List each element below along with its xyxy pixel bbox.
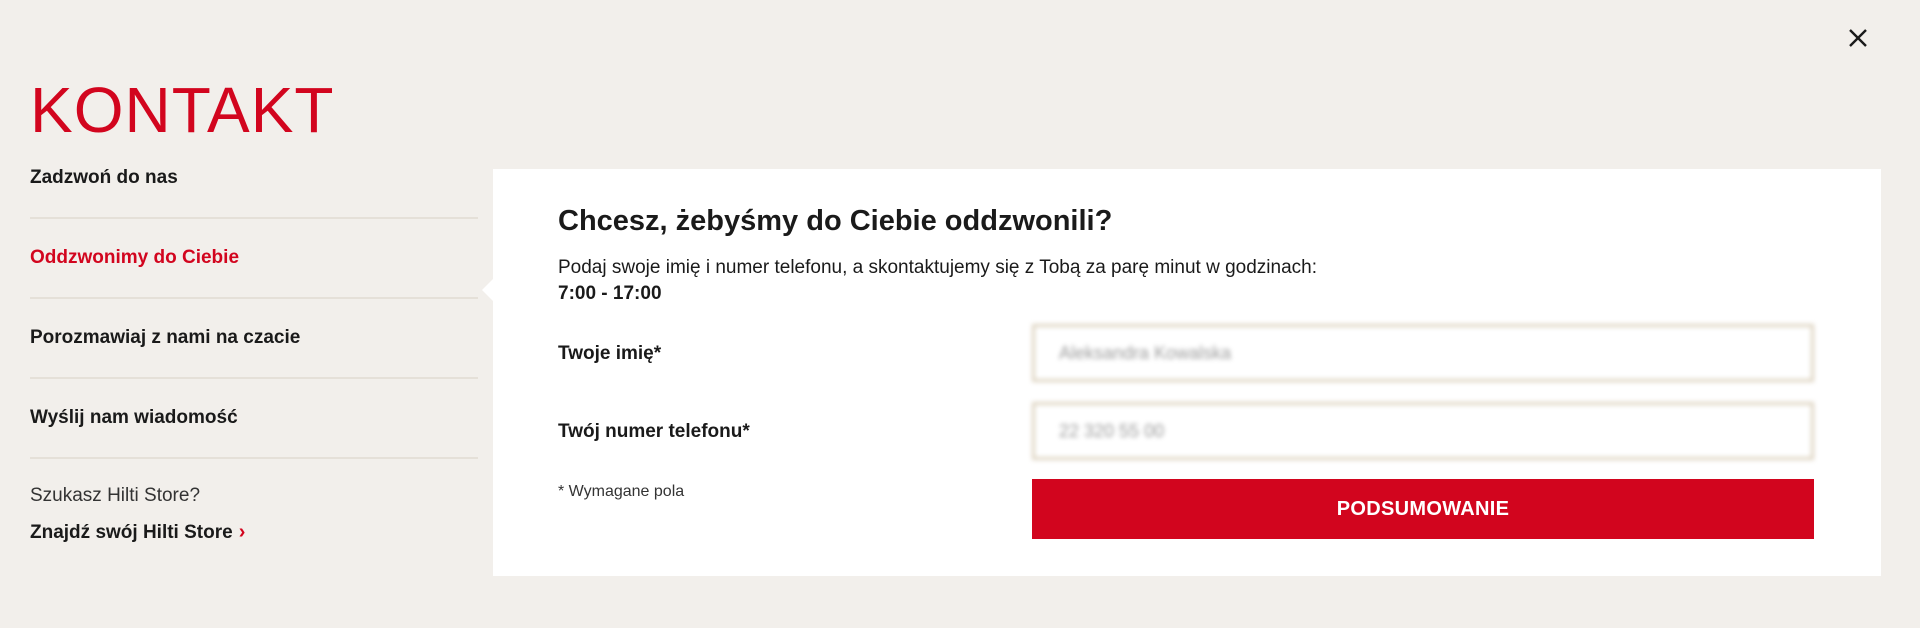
store-block: Szukasz Hilti Store? Znajdź swój Hilti S… — [30, 459, 478, 544]
contact-sidebar: Zadzwoń do nas Oddzwonimy do Ciebie Poro… — [30, 167, 478, 544]
callback-form-panel: Chcesz, żebyśmy do Ciebie oddzwonili? Po… — [482, 169, 1881, 576]
form-hours: 7:00 - 17:00 — [558, 283, 662, 304]
form-description-text: Podaj swoje imię i numer telefonu, a sko… — [558, 257, 1317, 278]
required-fields-note: * Wymagane pola — [558, 483, 685, 500]
submit-button[interactable]: PODSUMOWANIE — [1032, 479, 1814, 539]
form-description: Podaj swoje imię i numer telefonu, a sko… — [558, 255, 1317, 307]
name-input[interactable] — [1032, 324, 1814, 382]
store-question: Szukasz Hilti Store? — [30, 485, 201, 506]
close-button[interactable] — [1840, 20, 1876, 56]
find-store-label: Znajdź swój Hilti Store — [30, 521, 233, 543]
phone-label: Twój numer telefonu* — [558, 421, 750, 442]
sidebar-item-label: Porozmawiaj z nami na czacie — [30, 327, 301, 348]
sidebar-item-chat[interactable]: Porozmawiaj z nami na czacie — [30, 299, 478, 379]
phone-input[interactable] — [1032, 402, 1814, 460]
sidebar-item-label: Oddzwonimy do Ciebie — [30, 247, 240, 268]
sidebar-item-callback[interactable]: Oddzwonimy do Ciebie — [30, 219, 478, 299]
sidebar-item-label: Wyślij nam wiadomość — [30, 407, 238, 428]
chevron-right-icon: › — [238, 521, 246, 543]
find-store-link[interactable]: Znajdź swój Hilti Store › — [30, 521, 245, 544]
panel-pointer-arrow — [482, 279, 493, 301]
page-title: KONTAKT — [30, 74, 335, 146]
name-label: Twoje imię* — [558, 343, 662, 364]
sidebar-item-call-us[interactable]: Zadzwoń do nas — [30, 139, 478, 219]
sidebar-item-label: Zadzwoń do nas — [30, 167, 178, 188]
sidebar-item-message[interactable]: Wyślij nam wiadomość — [30, 379, 478, 459]
close-icon — [1849, 29, 1867, 47]
form-heading: Chcesz, żebyśmy do Ciebie oddzwonili? — [558, 205, 1113, 237]
